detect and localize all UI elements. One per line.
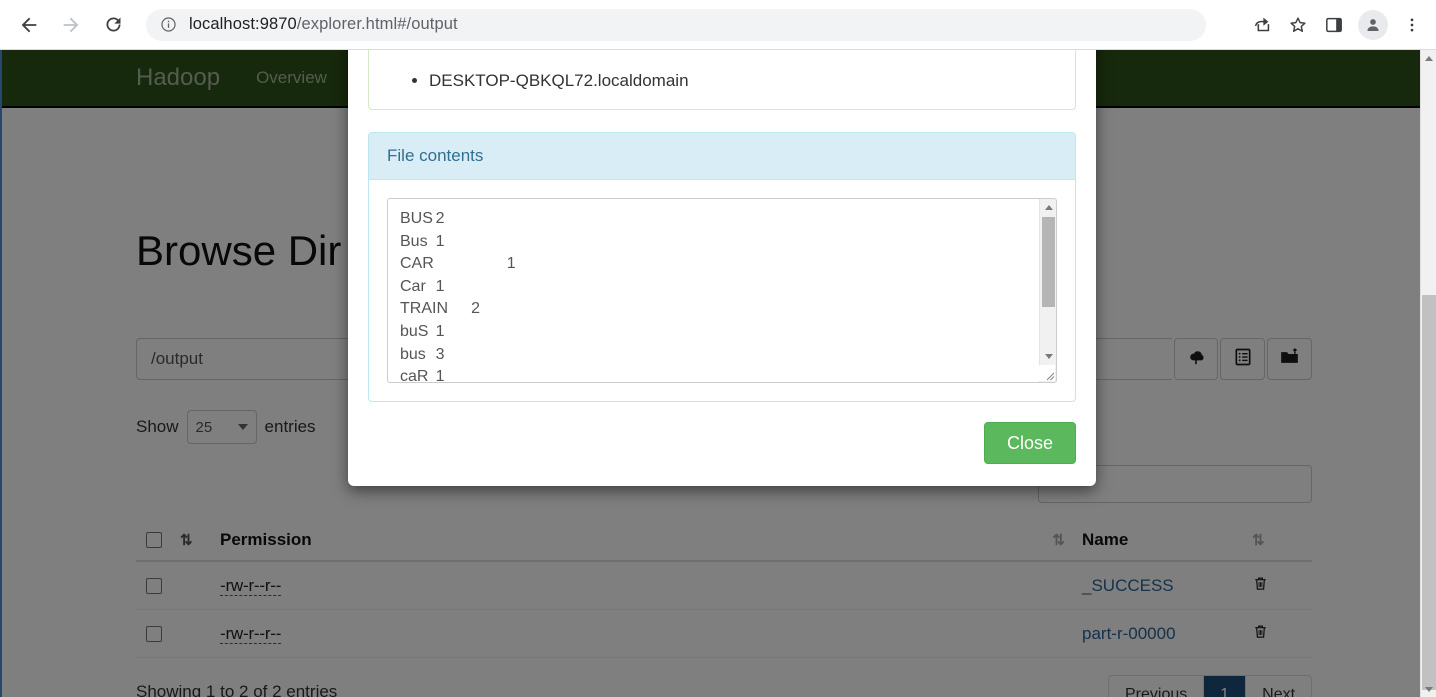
textarea-scroll-down-arrow[interactable] [1040,348,1056,364]
modal-footer: Close [348,422,1096,486]
star-icon[interactable] [1280,7,1316,43]
file-info-modal: Generation Stamp: 1008 Size: 64 Availabi… [348,50,1096,487]
file-info-panel-body: Generation Stamp: 1008 Size: 64 Availabi… [369,50,1075,109]
file-contents-panel: File contents BUS 2 Bus 1 CAR 1 Car 1 TR… [368,132,1076,403]
scroll-thumb[interactable] [1422,295,1436,690]
browser-toolbar: localhost:9870/explorer.html#/output [0,0,1436,50]
file-info-panel: Generation Stamp: 1008 Size: 64 Availabi… [368,50,1076,111]
textarea-resize-handle[interactable] [1039,365,1055,382]
scroll-up-arrow[interactable] [1421,50,1436,66]
forward-button[interactable] [52,6,90,44]
file-contents-panel-body: BUS 2 Bus 1 CAR 1 Car 1 TRAIN 2 buS 1 bu… [369,180,1075,401]
profile-avatar-icon[interactable] [1358,9,1388,40]
textarea-scroll-thumb[interactable] [1042,217,1055,308]
url-path: /explorer.html#/output [296,15,458,33]
chevron-down-icon [1044,353,1053,359]
file-contents-text: BUS 2 Bus 1 CAR 1 Car 1 TRAIN 2 buS 1 bu… [400,210,516,384]
reload-icon [103,14,124,35]
three-dot-menu-icon[interactable] [1394,7,1430,43]
browser-actions [1244,7,1430,43]
share-icon[interactable] [1244,7,1280,43]
url-host: localhost:9870 [189,15,297,33]
info-circle-icon[interactable] [160,16,177,33]
scroll-down-arrow[interactable] [1421,681,1436,697]
chevron-down-icon [1425,686,1433,692]
address-bar-text: localhost:9870/explorer.html#/output [189,15,458,34]
back-arrow-icon [18,14,40,36]
file-contents-title: File contents [369,133,1075,181]
address-bar[interactable]: localhost:9870/explorer.html#/output [146,8,1206,41]
availability-host: DESKTOP-QBKQL72.localdomain [429,71,1057,91]
page-scrollbar[interactable] [1420,50,1436,697]
close-button[interactable]: Close [983,422,1076,465]
chevron-up-icon [1044,204,1053,210]
modal-body: Generation Stamp: 1008 Size: 64 Availabi… [348,50,1096,422]
side-panel-icon[interactable] [1316,7,1352,43]
textarea-scrollbar[interactable] [1039,199,1056,383]
availability-list: DESKTOP-QBKQL72.localdomain [387,71,1057,91]
reload-button[interactable] [94,6,132,44]
back-button[interactable] [10,6,48,44]
chevron-up-icon [1425,55,1433,61]
file-contents-textarea[interactable]: BUS 2 Bus 1 CAR 1 Car 1 TRAIN 2 buS 1 bu… [387,198,1057,384]
textarea-scroll-up-arrow[interactable] [1040,199,1056,215]
forward-arrow-icon [60,14,82,36]
page-viewport: Hadoop Overview Browse Dir /output [0,50,1436,697]
